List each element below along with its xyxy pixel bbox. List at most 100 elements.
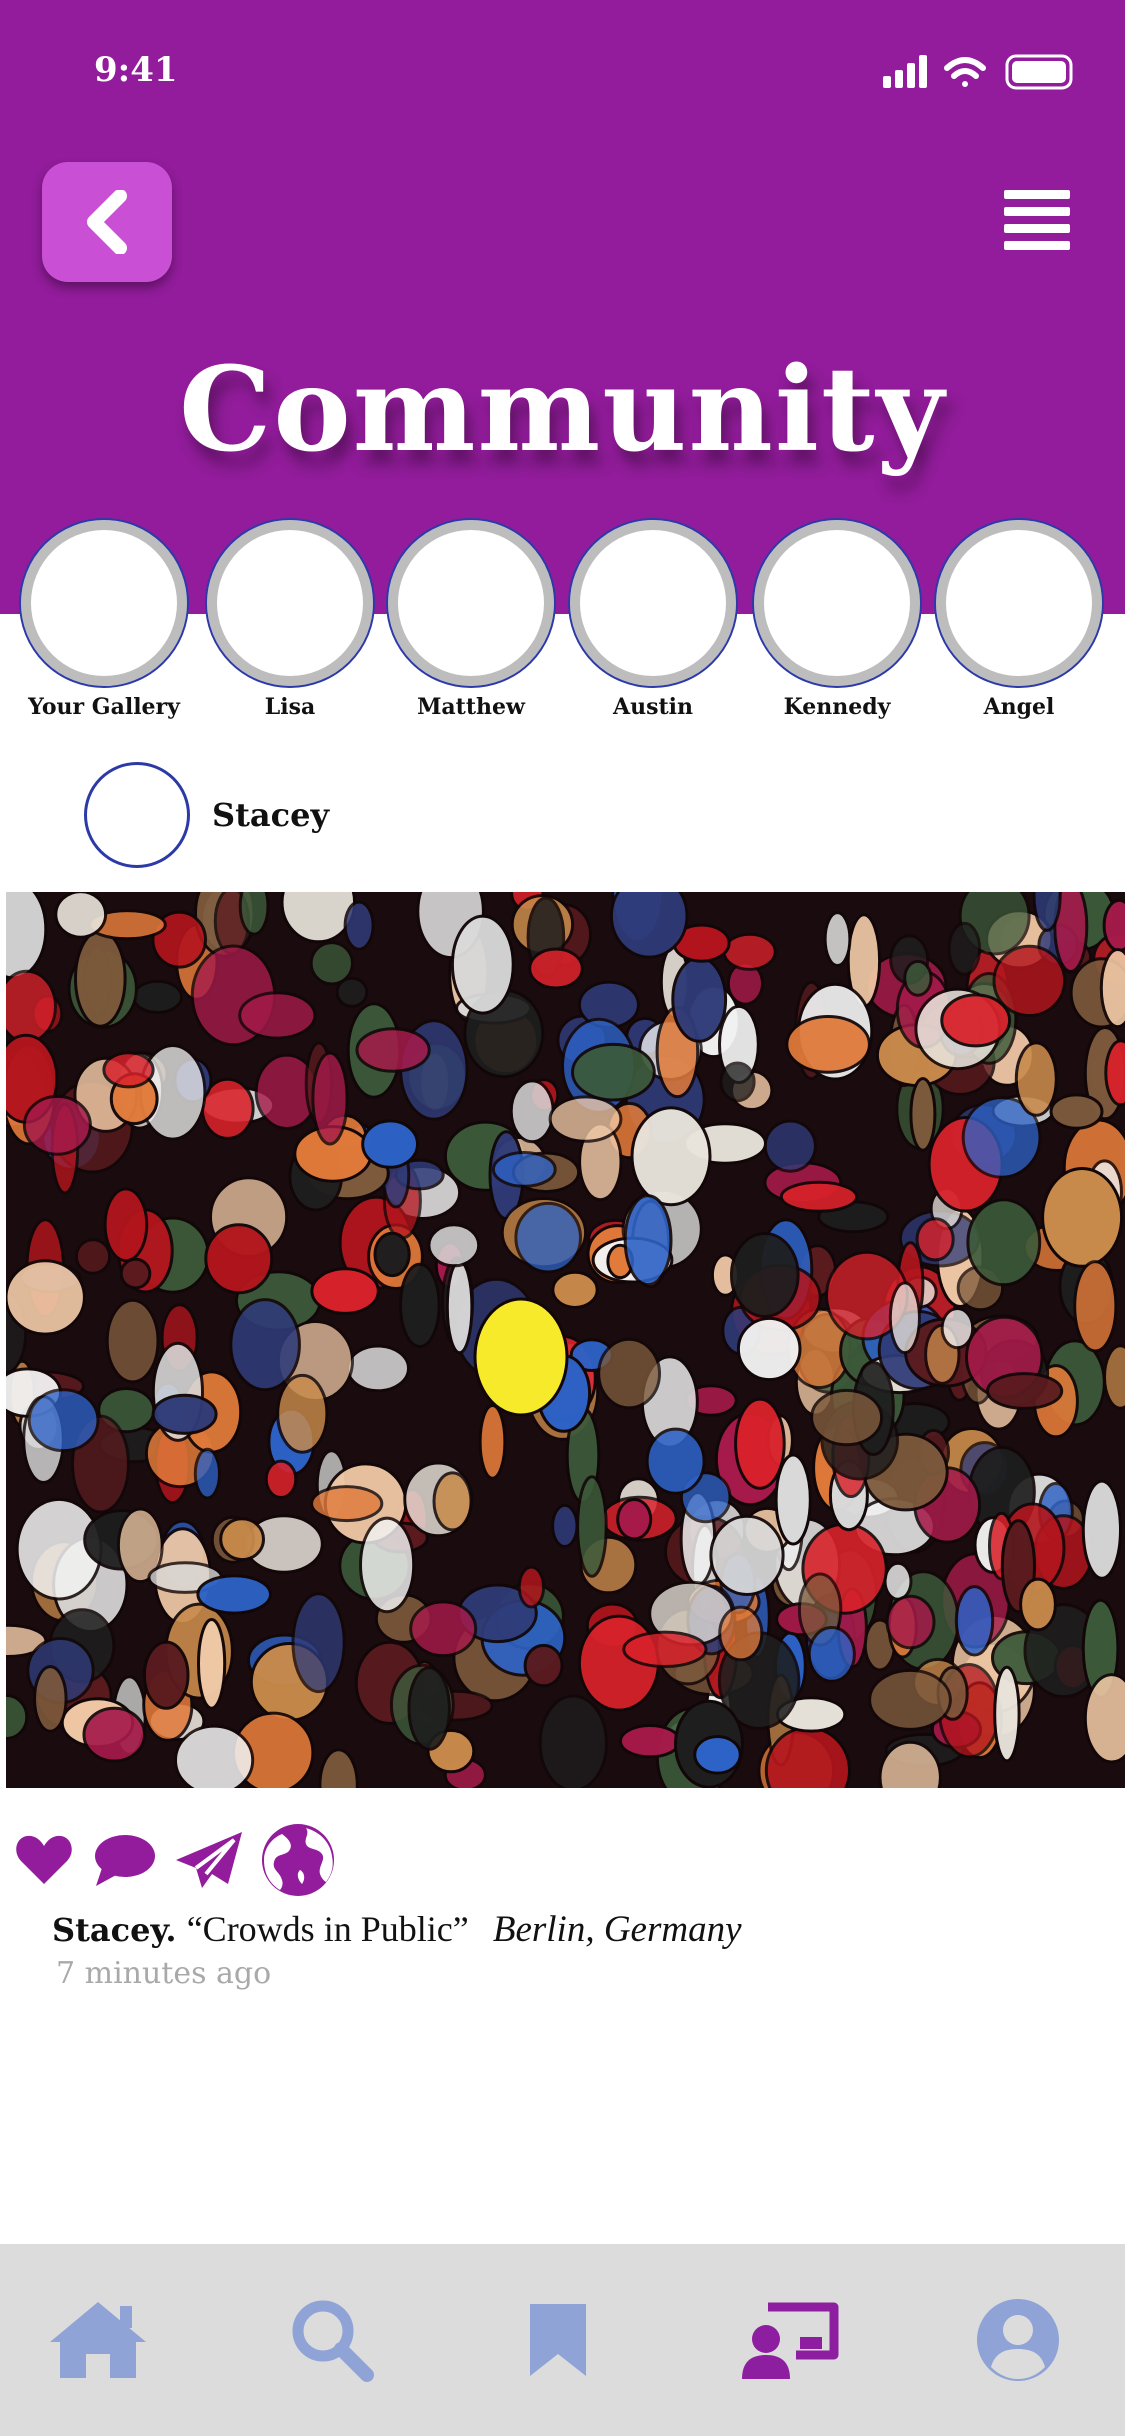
page-title: Community [179,342,946,478]
globe-icon[interactable] [260,1822,336,1898]
story-austin[interactable]: Austin [568,518,738,720]
crowd-figure [551,1503,579,1549]
back-button[interactable] [42,162,172,282]
story-label: Angel [983,694,1055,720]
crowd-figure [311,1051,349,1146]
crowd-figure [204,1223,274,1295]
crowd-figure [509,1079,555,1144]
crowd-figure [576,1475,608,1578]
crowd-figure [131,979,184,1015]
status-icons [881,52,1081,92]
crowd-figure [671,956,728,1043]
crowd-figure [1073,1260,1118,1353]
post-username[interactable]: Stacey [212,796,329,834]
crowd-figure [359,1516,416,1614]
crowd-figure [276,1373,329,1454]
story-label: Austin [613,694,693,720]
tab-home[interactable] [38,2244,158,2436]
crowd-figure [514,1201,583,1274]
crowd-figure [940,993,1012,1048]
crowd-figure [966,1198,1042,1287]
crowd-figure [229,1298,301,1392]
crowd-figure [868,1668,952,1731]
post-header: Stacey [84,762,329,868]
tab-bar [0,2244,1125,2436]
story-avatar[interactable] [19,518,189,688]
crowd-figure [722,932,777,971]
chevron-left-icon [87,190,127,254]
crowd-figure [432,1471,473,1532]
crowd-figure [1081,1479,1123,1580]
story-avatar[interactable] [205,518,375,688]
story-your-gallery[interactable]: Your Gallery [19,518,189,720]
caption-location[interactable]: Berlin, Germany [493,1909,742,1950]
post-caption: Stacey. “Crowds in Public” Berlin, Germa… [52,1908,742,1951]
status-time: 9:41 [94,50,178,90]
post-avatar[interactable] [84,762,190,868]
crowd-figure [407,1666,451,1751]
crowd-figure [779,1180,859,1213]
crowd-figure [238,892,270,936]
crowd-figure [993,1665,1021,1763]
crowd-figure [810,1388,884,1447]
crowd-figure [27,1388,100,1453]
crowd-figure [238,991,317,1040]
crowd-figure [807,1626,856,1683]
story-avatar[interactable] [934,518,1104,688]
bookmark-icon [530,2304,586,2376]
profile-icon [977,2299,1059,2381]
crowd-figure [1014,1041,1058,1117]
story-kennedy[interactable]: Kennedy [752,518,922,720]
menu-button[interactable] [1002,186,1072,256]
crowd-figure [1049,1093,1104,1130]
crowd-figure [102,1051,155,1089]
caption-username[interactable]: Stacey. [52,1911,177,1949]
tab-profile[interactable] [958,2244,1078,2436]
crowd-figure [445,1259,474,1355]
crowd-figure [551,1270,599,1309]
crowd-figure [823,911,852,968]
heart-icon[interactable] [14,1830,74,1890]
tab-gallery[interactable] [730,2244,850,2436]
post-photo[interactable] [6,892,1125,1788]
crowd-figure [142,1640,190,1710]
crowd-figure [954,1585,995,1657]
crowd-figure [346,1344,411,1393]
story-avatar[interactable] [752,518,922,688]
hamburger-icon [1004,190,1070,250]
crowd-figure [693,1735,742,1775]
crowd-figure [709,1514,785,1597]
crowd-figure [399,1262,441,1349]
crowd-figure [197,1618,227,1710]
search-icon [292,2300,374,2382]
crowd-figure [74,929,127,1028]
crowd-figure [903,959,933,997]
crowd-figure [528,947,584,990]
story-avatar[interactable] [386,518,556,688]
story-angel[interactable]: Angel [934,518,1104,720]
crowd-figure [74,1238,112,1275]
crowd-figure [193,1447,221,1500]
crowd-figure [450,914,515,1015]
crowd-figure [616,1498,653,1541]
crowd-figure [119,1257,152,1290]
story-label: Matthew [417,694,525,720]
crowd-figure [310,1485,384,1523]
story-matthew[interactable]: Matthew [386,518,556,720]
send-icon[interactable] [172,1828,246,1892]
crowd-figure [105,1298,160,1384]
crowd-figure [264,1459,298,1499]
story-lisa[interactable]: Lisa [205,518,375,720]
crowd-figure [718,1605,764,1662]
crowd-figure [478,1404,507,1480]
crowd-figure [763,1119,817,1173]
post-actions [14,1822,336,1898]
comment-icon[interactable] [92,1830,158,1890]
tab-search[interactable] [272,2244,392,2436]
crowd-figure [734,1397,786,1490]
story-avatar[interactable] [568,518,738,688]
tab-bookmarks[interactable] [498,2244,618,2436]
crowd-figure [630,1106,712,1207]
crowd-figure [196,1574,272,1615]
crowd-figure [622,1630,708,1668]
